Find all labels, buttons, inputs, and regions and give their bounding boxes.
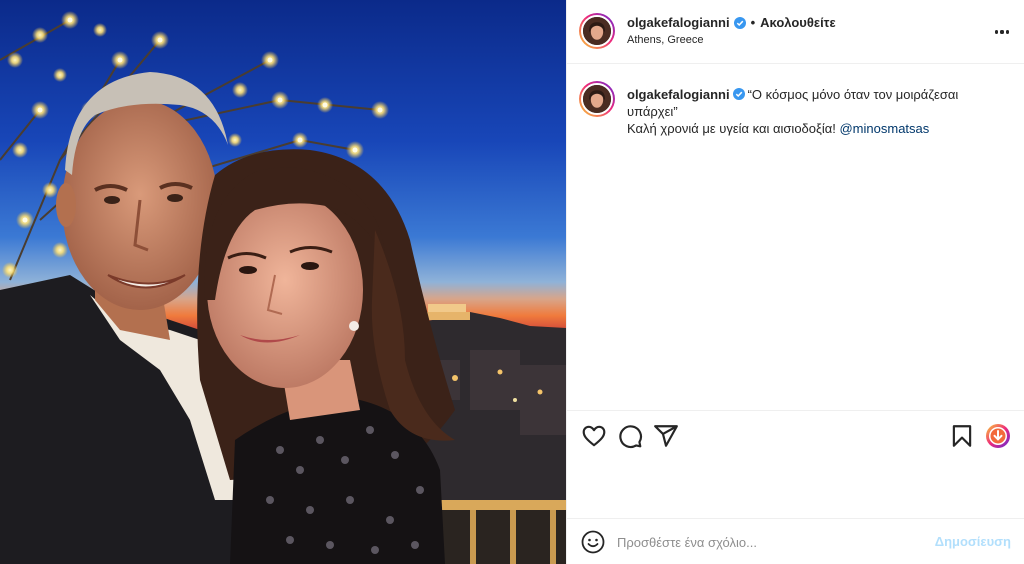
caption-username[interactable]: olgakefalogianni bbox=[627, 87, 730, 102]
caption-line-2: Καλή χρονιά με υγεία και αισιοδοξία! bbox=[627, 121, 836, 136]
comment-icon bbox=[619, 425, 643, 449]
separator-dot: • bbox=[750, 15, 756, 30]
following-button[interactable]: Ακολουθείτε bbox=[760, 15, 836, 30]
more-horizontal-icon bbox=[995, 30, 999, 34]
header-username-row: olgakefalogianni • Ακολουθείτε bbox=[627, 15, 836, 30]
send-icon bbox=[654, 425, 678, 447]
post-comment-button[interactable]: Δημοσίευση bbox=[935, 534, 1011, 549]
caption-avatar[interactable] bbox=[579, 81, 615, 117]
heart-icon bbox=[582, 425, 606, 447]
emoji-button[interactable] bbox=[581, 530, 605, 554]
download-icon bbox=[986, 424, 1010, 448]
mention-link[interactable]: @minosmatsas bbox=[839, 121, 929, 136]
instagram-post: olgakefalogianni • Ακολουθείτε Athens, G… bbox=[0, 0, 1024, 564]
verified-badge-icon bbox=[732, 88, 745, 100]
add-comment-bar: Δημοσίευση bbox=[567, 518, 1024, 564]
profile-photo-icon bbox=[583, 17, 611, 45]
profile-photo-icon bbox=[583, 85, 611, 113]
post-header: olgakefalogianni • Ακολουθείτε Athens, G… bbox=[567, 0, 1024, 64]
location-link[interactable]: Athens, Greece bbox=[627, 34, 703, 46]
comment-input[interactable] bbox=[617, 529, 917, 555]
avatar[interactable] bbox=[579, 13, 615, 49]
comment-button[interactable] bbox=[617, 423, 643, 449]
share-button[interactable] bbox=[653, 423, 679, 449]
post-photo[interactable] bbox=[0, 0, 566, 564]
emoji-icon bbox=[581, 530, 605, 554]
verified-badge-icon bbox=[733, 16, 746, 29]
post-side-panel: olgakefalogianni • Ακολουθείτε Athens, G… bbox=[566, 0, 1024, 564]
more-options-button[interactable] bbox=[993, 24, 1011, 40]
header-username[interactable]: olgakefalogianni bbox=[627, 15, 730, 30]
action-bar bbox=[567, 410, 1024, 460]
caption-text: olgakefalogianni “Ο κόσμος μόνο όταν τον … bbox=[627, 86, 997, 137]
download-button[interactable] bbox=[985, 423, 1011, 449]
save-button[interactable] bbox=[949, 423, 975, 449]
selfie-photo-image bbox=[0, 0, 566, 564]
like-button[interactable] bbox=[581, 423, 607, 449]
bookmark-icon bbox=[952, 425, 972, 447]
